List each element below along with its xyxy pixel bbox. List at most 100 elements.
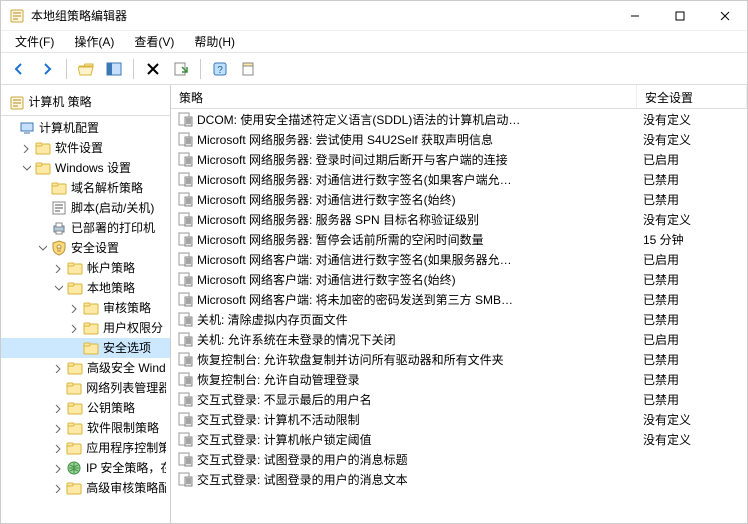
tree-item[interactable]: 脚本(启动/关机)	[1, 198, 170, 218]
list-row[interactable]: Microsoft 网络服务器: 对通信进行数字签名(如果客户端允…已禁用	[171, 169, 747, 189]
column-header-policy[interactable]: 策略	[171, 85, 637, 108]
tree-item[interactable]: 高级审核策略配	[1, 478, 170, 498]
expand-icon[interactable]	[69, 323, 83, 333]
tree-item[interactable]: 已部署的打印机	[1, 218, 170, 238]
tree-header-icon	[9, 95, 25, 111]
policy-name: 恢复控制台: 允许软盘复制并访问所有驱动器和所有文件夹	[197, 351, 637, 368]
list-row[interactable]: Microsoft 网络服务器: 登录时间过期后断开与客户端的连接已启用	[171, 149, 747, 169]
tree-item[interactable]: 域名解析策略	[1, 178, 170, 198]
list-row[interactable]: 关机: 允许系统在未登录的情况下关闭已启用	[171, 329, 747, 349]
tree-item[interactable]: 高级安全 Wind	[1, 358, 170, 378]
policy-icon	[177, 471, 193, 487]
list-row[interactable]: 交互式登录: 计算机不活动限制没有定义	[171, 409, 747, 429]
expand-icon[interactable]	[53, 403, 67, 413]
list-body[interactable]: DCOM: 使用安全描述符定义语言(SDDL)语法的计算机启动…没有定义Micr…	[171, 109, 747, 523]
list-row[interactable]: Microsoft 网络客户端: 将未加密的密码发送到第三方 SMB…已禁用	[171, 289, 747, 309]
tree-item[interactable]: 软件限制策略	[1, 418, 170, 438]
folder-icon	[67, 400, 83, 416]
tree-item[interactable]: 计算机配置	[1, 118, 170, 138]
list-row[interactable]: Microsoft 网络客户端: 对通信进行数字签名(如果服务器允…已启用	[171, 249, 747, 269]
tree-item[interactable]: 安全选项	[1, 338, 170, 358]
list-row[interactable]: 交互式登录: 计算机帐户锁定阈值没有定义	[171, 429, 747, 449]
expand-icon[interactable]	[53, 363, 67, 373]
tree-item[interactable]: 应用程序控制策	[1, 438, 170, 458]
maximize-button[interactable]	[657, 1, 702, 31]
expand-icon[interactable]	[53, 463, 66, 473]
tree-panel[interactable]: 计算机 策略 计算机配置软件设置Windows 设置 域名解析策略 脚本(启动/…	[1, 85, 171, 523]
list-row[interactable]: 恢复控制台: 允许软盘复制并访问所有驱动器和所有文件夹已禁用	[171, 349, 747, 369]
list-row[interactable]: 交互式登录: 试图登录的用户的消息文本	[171, 469, 747, 489]
list-row[interactable]: Microsoft 网络服务器: 尝试使用 S4U2Self 获取声明信息没有定…	[171, 129, 747, 149]
close-button[interactable]	[702, 1, 747, 31]
collapse-icon[interactable]	[21, 163, 35, 173]
list-row[interactable]: Microsoft 网络服务器: 暂停会话前所需的空闲时间数量15 分钟	[171, 229, 747, 249]
policy-name: Microsoft 网络服务器: 登录时间过期后断开与客户端的连接	[197, 151, 637, 168]
up-button[interactable]	[74, 57, 98, 81]
tree-item[interactable]: 本地策略	[1, 278, 170, 298]
folder-icon	[35, 160, 51, 176]
minimize-button[interactable]	[612, 1, 657, 31]
list-row[interactable]: 交互式登录: 试图登录的用户的消息标题	[171, 449, 747, 469]
policy-name: Microsoft 网络服务器: 对通信进行数字签名(如果客户端允…	[197, 171, 637, 188]
tree-item-label: Windows 设置	[55, 159, 131, 176]
tree-item[interactable]: 网络列表管理器	[1, 378, 170, 398]
policy-name: Microsoft 网络客户端: 对通信进行数字签名(如果服务器允…	[197, 251, 637, 268]
list-row[interactable]: 关机: 清除虚拟内存页面文件已禁用	[171, 309, 747, 329]
policy-name: 交互式登录: 不显示最后的用户名	[197, 391, 637, 408]
policy-setting: 已启用	[637, 331, 747, 348]
list-row[interactable]: Microsoft 网络服务器: 对通信进行数字签名(始终)已禁用	[171, 189, 747, 209]
column-header-setting[interactable]: 安全设置	[637, 85, 747, 108]
policy-icon	[177, 311, 193, 327]
expand-icon[interactable]	[53, 443, 66, 453]
menu-file[interactable]: 文件(F)	[7, 31, 62, 52]
list-row[interactable]: 交互式登录: 不显示最后的用户名已禁用	[171, 389, 747, 409]
policy-icon	[177, 231, 193, 247]
list-row[interactable]: Microsoft 网络服务器: 服务器 SPN 目标名称验证级别没有定义	[171, 209, 747, 229]
collapse-icon[interactable]	[37, 243, 51, 253]
properties-button[interactable]	[236, 57, 260, 81]
tree-header: 计算机 策略	[1, 89, 170, 116]
show-hide-tree-button[interactable]	[102, 57, 126, 81]
expand-icon[interactable]	[53, 483, 66, 493]
collapse-icon[interactable]	[53, 283, 67, 293]
tree-item[interactable]: Windows 设置	[1, 158, 170, 178]
policy-setting: 已启用	[637, 151, 747, 168]
expand-icon[interactable]	[21, 143, 35, 153]
policy-icon	[177, 451, 193, 467]
tree-item-label: 高级安全 Wind	[87, 359, 166, 376]
expand-icon[interactable]	[69, 303, 83, 313]
tree-item-label: 网络列表管理器	[86, 379, 166, 396]
tree-item[interactable]: IP 安全策略，在	[1, 458, 170, 478]
policy-icon	[177, 331, 193, 347]
policy-setting: 没有定义	[637, 211, 747, 228]
menu-action[interactable]: 操作(A)	[66, 31, 122, 52]
list-row[interactable]: Microsoft 网络客户端: 对通信进行数字签名(始终)已禁用	[171, 269, 747, 289]
policy-name: Microsoft 网络客户端: 对通信进行数字签名(始终)	[197, 271, 637, 288]
list-row[interactable]: DCOM: 使用安全描述符定义语言(SDDL)语法的计算机启动…没有定义	[171, 109, 747, 129]
expand-icon[interactable]	[53, 263, 67, 273]
policy-setting: 已禁用	[637, 351, 747, 368]
tree-item-label: 安全设置	[71, 239, 119, 256]
policy-icon	[177, 131, 193, 147]
tree-item[interactable]: 公钥策略	[1, 398, 170, 418]
menu-view[interactable]: 查看(V)	[126, 31, 182, 52]
policy-setting: 已禁用	[637, 371, 747, 388]
tree-item[interactable]: 审核策略	[1, 298, 170, 318]
policy-name: Microsoft 网络服务器: 对通信进行数字签名(始终)	[197, 191, 637, 208]
tree-item[interactable]: 软件设置	[1, 138, 170, 158]
delete-button[interactable]	[141, 57, 165, 81]
folder-icon	[66, 480, 82, 496]
export-button[interactable]	[169, 57, 193, 81]
folder-icon	[51, 180, 67, 196]
forward-button[interactable]	[35, 57, 59, 81]
menu-help[interactable]: 帮助(H)	[186, 31, 243, 52]
printer-icon	[51, 220, 67, 236]
folder-icon	[66, 440, 82, 456]
tree-item[interactable]: 帐户策略	[1, 258, 170, 278]
expand-icon[interactable]	[53, 423, 67, 433]
list-row[interactable]: 恢复控制台: 允许自动管理登录已禁用	[171, 369, 747, 389]
tree-item[interactable]: 安全设置	[1, 238, 170, 258]
back-button[interactable]	[7, 57, 31, 81]
help-button[interactable]: ?	[208, 57, 232, 81]
tree-item[interactable]: 用户权限分	[1, 318, 170, 338]
